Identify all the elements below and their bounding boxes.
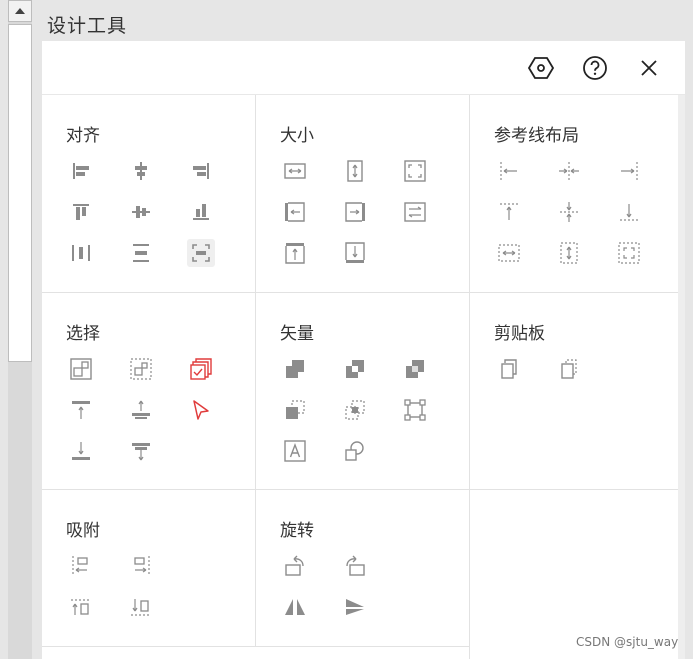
section-title: 选择 bbox=[66, 324, 100, 344]
pointer-cursor-icon[interactable] bbox=[187, 396, 215, 424]
same-width-icon[interactable] bbox=[281, 157, 309, 185]
union-icon[interactable] bbox=[281, 355, 309, 383]
exclude-icon[interactable] bbox=[401, 355, 429, 383]
watermark: CSDN @sjtu_way bbox=[576, 635, 679, 649]
design-tools-panel: 对齐 大小 参考线布局 选择 矢量 剪贴板 吸附 旋转 bbox=[42, 41, 685, 659]
section-guide-layout: 参考线布局 bbox=[470, 95, 678, 292]
same-size-icon[interactable] bbox=[401, 157, 429, 185]
tool-grid: 对齐 大小 参考线布局 选择 矢量 剪贴板 吸附 旋转 bbox=[42, 95, 685, 659]
section-vector: 矢量 bbox=[256, 293, 469, 489]
guide-right-icon[interactable] bbox=[615, 157, 643, 185]
select-all-icon[interactable] bbox=[67, 355, 95, 383]
select-layer-up-icon[interactable] bbox=[127, 396, 155, 424]
scroll-up-button[interactable] bbox=[8, 0, 32, 22]
divider bbox=[42, 646, 470, 647]
section-title: 对齐 bbox=[66, 126, 100, 146]
help-icon[interactable] bbox=[581, 54, 609, 82]
guide-center-vertical-icon[interactable] bbox=[555, 198, 583, 226]
flip-vertical-icon[interactable] bbox=[341, 593, 369, 621]
section-title: 剪贴板 bbox=[494, 324, 545, 344]
panel-header bbox=[42, 41, 685, 95]
distribute-horizontal-icon[interactable] bbox=[67, 239, 95, 267]
page-title: 设计工具 bbox=[47, 15, 128, 37]
section-title: 旋转 bbox=[280, 521, 314, 541]
section-clipboard: 剪贴板 bbox=[470, 293, 678, 489]
section-align: 对齐 bbox=[42, 95, 255, 292]
arrow-up-icon bbox=[15, 8, 25, 14]
guide-left-icon[interactable] bbox=[495, 157, 523, 185]
rotate-counterclockwise-icon[interactable] bbox=[341, 552, 369, 580]
section-title: 大小 bbox=[280, 126, 314, 146]
select-area-icon[interactable] bbox=[127, 355, 155, 383]
section-rotate: 旋转 bbox=[256, 490, 469, 646]
guide-height-icon[interactable] bbox=[555, 239, 583, 267]
guide-fit-icon[interactable] bbox=[615, 239, 643, 267]
path-bounding-box-icon[interactable] bbox=[401, 396, 429, 424]
select-above-icon[interactable] bbox=[67, 396, 95, 424]
resize-left-icon[interactable] bbox=[281, 198, 309, 226]
distribute-vertical-icon[interactable] bbox=[127, 239, 155, 267]
scroll-thumb[interactable] bbox=[8, 24, 32, 362]
snap-bottom-icon[interactable] bbox=[127, 593, 155, 621]
copy-icon[interactable] bbox=[495, 355, 523, 383]
intersect-outline-icon[interactable] bbox=[341, 396, 369, 424]
guide-bottom-icon[interactable] bbox=[615, 198, 643, 226]
align-bottom-icon[interactable] bbox=[187, 198, 215, 226]
same-height-icon[interactable] bbox=[341, 157, 369, 185]
text-to-path-icon[interactable] bbox=[281, 437, 309, 465]
guide-center-horizontal-icon[interactable] bbox=[555, 157, 583, 185]
guide-width-icon[interactable] bbox=[495, 239, 523, 267]
paste-icon[interactable] bbox=[555, 355, 583, 383]
resize-bottom-icon[interactable] bbox=[341, 239, 369, 267]
swap-horizontal-icon[interactable] bbox=[401, 198, 429, 226]
intersect-front-icon[interactable] bbox=[281, 396, 309, 424]
resize-top-icon[interactable] bbox=[281, 239, 309, 267]
align-center-vertical-icon[interactable] bbox=[127, 198, 155, 226]
section-snap: 吸附 bbox=[42, 490, 255, 646]
multi-select-check-icon[interactable] bbox=[187, 355, 215, 383]
close-icon[interactable] bbox=[635, 54, 663, 82]
rotate-clockwise-icon[interactable] bbox=[281, 552, 309, 580]
select-below-icon[interactable] bbox=[67, 437, 95, 465]
align-center-horizontal-icon[interactable] bbox=[127, 157, 155, 185]
subtract-icon[interactable] bbox=[341, 355, 369, 383]
align-center-both-icon[interactable] bbox=[187, 239, 215, 267]
right-scrollbar[interactable] bbox=[678, 95, 685, 659]
snap-right-icon[interactable] bbox=[127, 552, 155, 580]
snap-top-icon[interactable] bbox=[67, 593, 95, 621]
section-title: 吸附 bbox=[66, 521, 100, 541]
align-top-icon[interactable] bbox=[67, 198, 95, 226]
flip-horizontal-icon[interactable] bbox=[281, 593, 309, 621]
section-size: 大小 bbox=[256, 95, 469, 292]
section-title: 参考线布局 bbox=[494, 126, 579, 146]
select-layer-down-icon[interactable] bbox=[127, 437, 155, 465]
align-left-icon[interactable] bbox=[67, 157, 95, 185]
left-scrollbar[interactable] bbox=[8, 0, 32, 659]
snap-left-icon[interactable] bbox=[67, 552, 95, 580]
settings-hexagon-icon[interactable] bbox=[527, 54, 555, 82]
section-select: 选择 bbox=[42, 293, 255, 489]
guide-top-icon[interactable] bbox=[495, 198, 523, 226]
resize-right-icon[interactable] bbox=[341, 198, 369, 226]
align-right-icon[interactable] bbox=[187, 157, 215, 185]
shape-combine-icon[interactable] bbox=[341, 437, 369, 465]
section-title: 矢量 bbox=[280, 324, 314, 344]
